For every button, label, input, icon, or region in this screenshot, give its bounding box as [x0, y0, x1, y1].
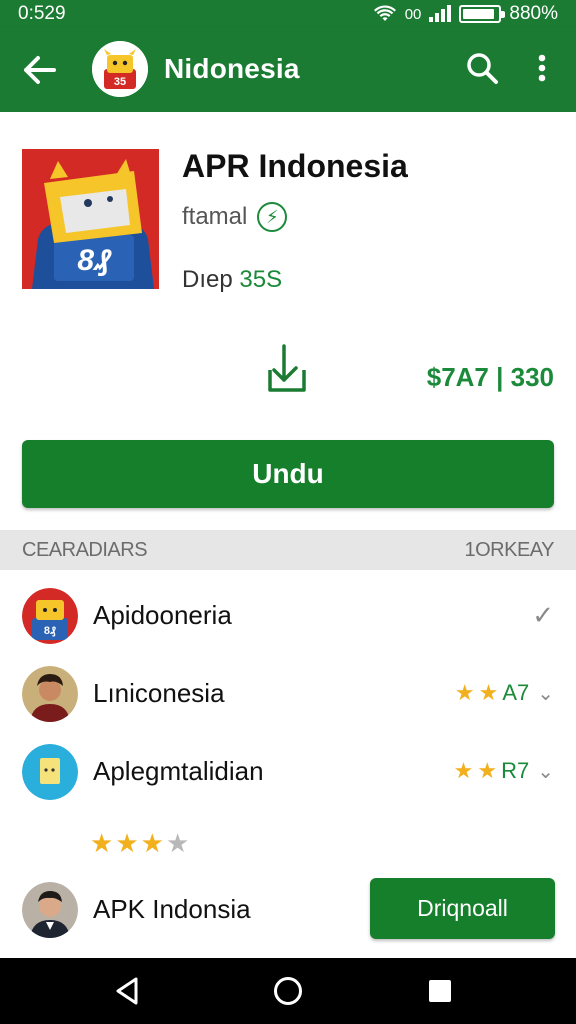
star-icon: ★: [140, 828, 164, 858]
app-icon[interactable]: 8₰: [22, 149, 159, 289]
recents-nav-icon[interactable]: [424, 975, 456, 1007]
status-icons: 00 880%: [373, 3, 558, 25]
rating-text: A7: [502, 680, 530, 705]
star-icon: ★: [454, 680, 475, 705]
svg-text:8₰: 8₰: [77, 244, 112, 277]
rating-stars: ★ ★ ★ ★: [90, 828, 189, 859]
mascot-illustration: 8₰: [22, 149, 159, 289]
check-icon: ✓: [532, 600, 554, 630]
price-text: $7A7 | 330: [426, 362, 554, 392]
app-list: 8₰ Apidooneria ✓ Lıniconesia ★ ★ A7 ⌄ Ap…: [0, 570, 576, 958]
size-value: 35S: [239, 266, 283, 293]
battery-percent: 880%: [509, 3, 558, 24]
mascot-icon: 35: [92, 41, 148, 97]
search-icon[interactable]: [462, 48, 502, 88]
list-item-meta: ✓: [532, 600, 554, 631]
list-item-label: APK Indonsia: [93, 894, 251, 924]
chevron-down-icon[interactable]: ⌄: [537, 759, 554, 784]
star-icon: ★: [453, 758, 474, 783]
star-icon: ★: [90, 828, 114, 858]
list-item-meta: ★ ★ A7 ⌄: [455, 680, 554, 706]
home-nav-icon[interactable]: [272, 975, 304, 1007]
app-avatar-icon: [22, 744, 78, 800]
list-item-label: Lıniconesia: [93, 678, 225, 708]
avatar: [22, 882, 78, 938]
svg-text:35: 35: [114, 76, 126, 88]
app-name: APR Indonesia: [182, 148, 408, 184]
back-nav-icon[interactable]: [112, 975, 144, 1007]
star-icon: ★: [477, 758, 498, 783]
rating-text: R7: [501, 758, 530, 783]
app-detail-card: 8₰ APR Indonesia ftamal ⚡ Dıep 35S $7A7 …: [0, 112, 576, 530]
battery-icon: [459, 5, 506, 23]
more-vert-icon[interactable]: [528, 48, 556, 88]
network-type-text: 00: [404, 5, 422, 23]
mascot-icon: 8₰: [22, 588, 78, 644]
section-action[interactable]: 1ORKEAY: [465, 539, 555, 562]
developer-row: ftamal ⚡: [182, 202, 288, 232]
list-item[interactable]: Lıniconesia ★ ★ A7 ⌄: [0, 656, 576, 732]
app-logo[interactable]: 35: [92, 41, 148, 97]
back-arrow-icon[interactable]: [18, 48, 62, 92]
app-bar-title: Nidonesia: [164, 53, 300, 84]
list-item[interactable]: 8₰ Apidooneria ✓: [0, 578, 576, 654]
download-icon[interactable]: [264, 342, 310, 396]
star-empty-icon: ★: [165, 828, 190, 858]
size-label: Dıep: [182, 266, 233, 293]
star-icon: ★: [478, 680, 499, 705]
list-item-label: Aplegmtalidian: [93, 756, 264, 786]
download-button[interactable]: Driqnoall: [370, 878, 555, 939]
avatar: [22, 666, 78, 722]
system-nav-bar: [0, 958, 576, 1024]
star-icon: ★: [115, 828, 139, 858]
list-item-meta: ★ ★ R7 ⌄: [454, 758, 554, 784]
section-header: CEARADIARS 1ORKEAY: [0, 530, 576, 570]
avatar: 8₰: [22, 588, 78, 644]
person-avatar-icon: [22, 882, 78, 938]
status-bar: 0:529 00 880%: [0, 0, 576, 28]
list-item-label: Apidooneria: [93, 600, 232, 630]
list-item[interactable]: Aplegmtalidian ★ ★ R7 ⌄: [0, 734, 576, 810]
size-row: Dıep 35S: [182, 266, 282, 294]
verified-badge-icon: ⚡: [257, 202, 288, 232]
avatar: [22, 744, 78, 800]
app-bar: 35 Nidonesia: [0, 28, 576, 112]
svg-text:8₰: 8₰: [44, 625, 56, 637]
battery-fill: [463, 9, 494, 19]
person-avatar-icon: [22, 666, 78, 722]
signal-icon: [429, 5, 452, 22]
status-time: 0:529: [18, 3, 66, 24]
section-title: CEARADIARS: [22, 539, 148, 561]
wifi-icon: [373, 5, 396, 21]
developer-name[interactable]: ftamal: [182, 203, 247, 231]
install-button[interactable]: Undu: [22, 440, 554, 508]
chevron-down-icon[interactable]: ⌄: [537, 681, 554, 706]
